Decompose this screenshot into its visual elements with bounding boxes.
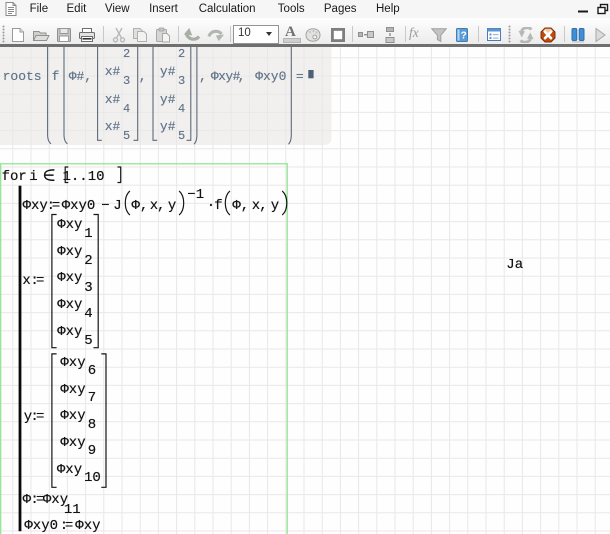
svg-text:?: ? (460, 31, 466, 42)
